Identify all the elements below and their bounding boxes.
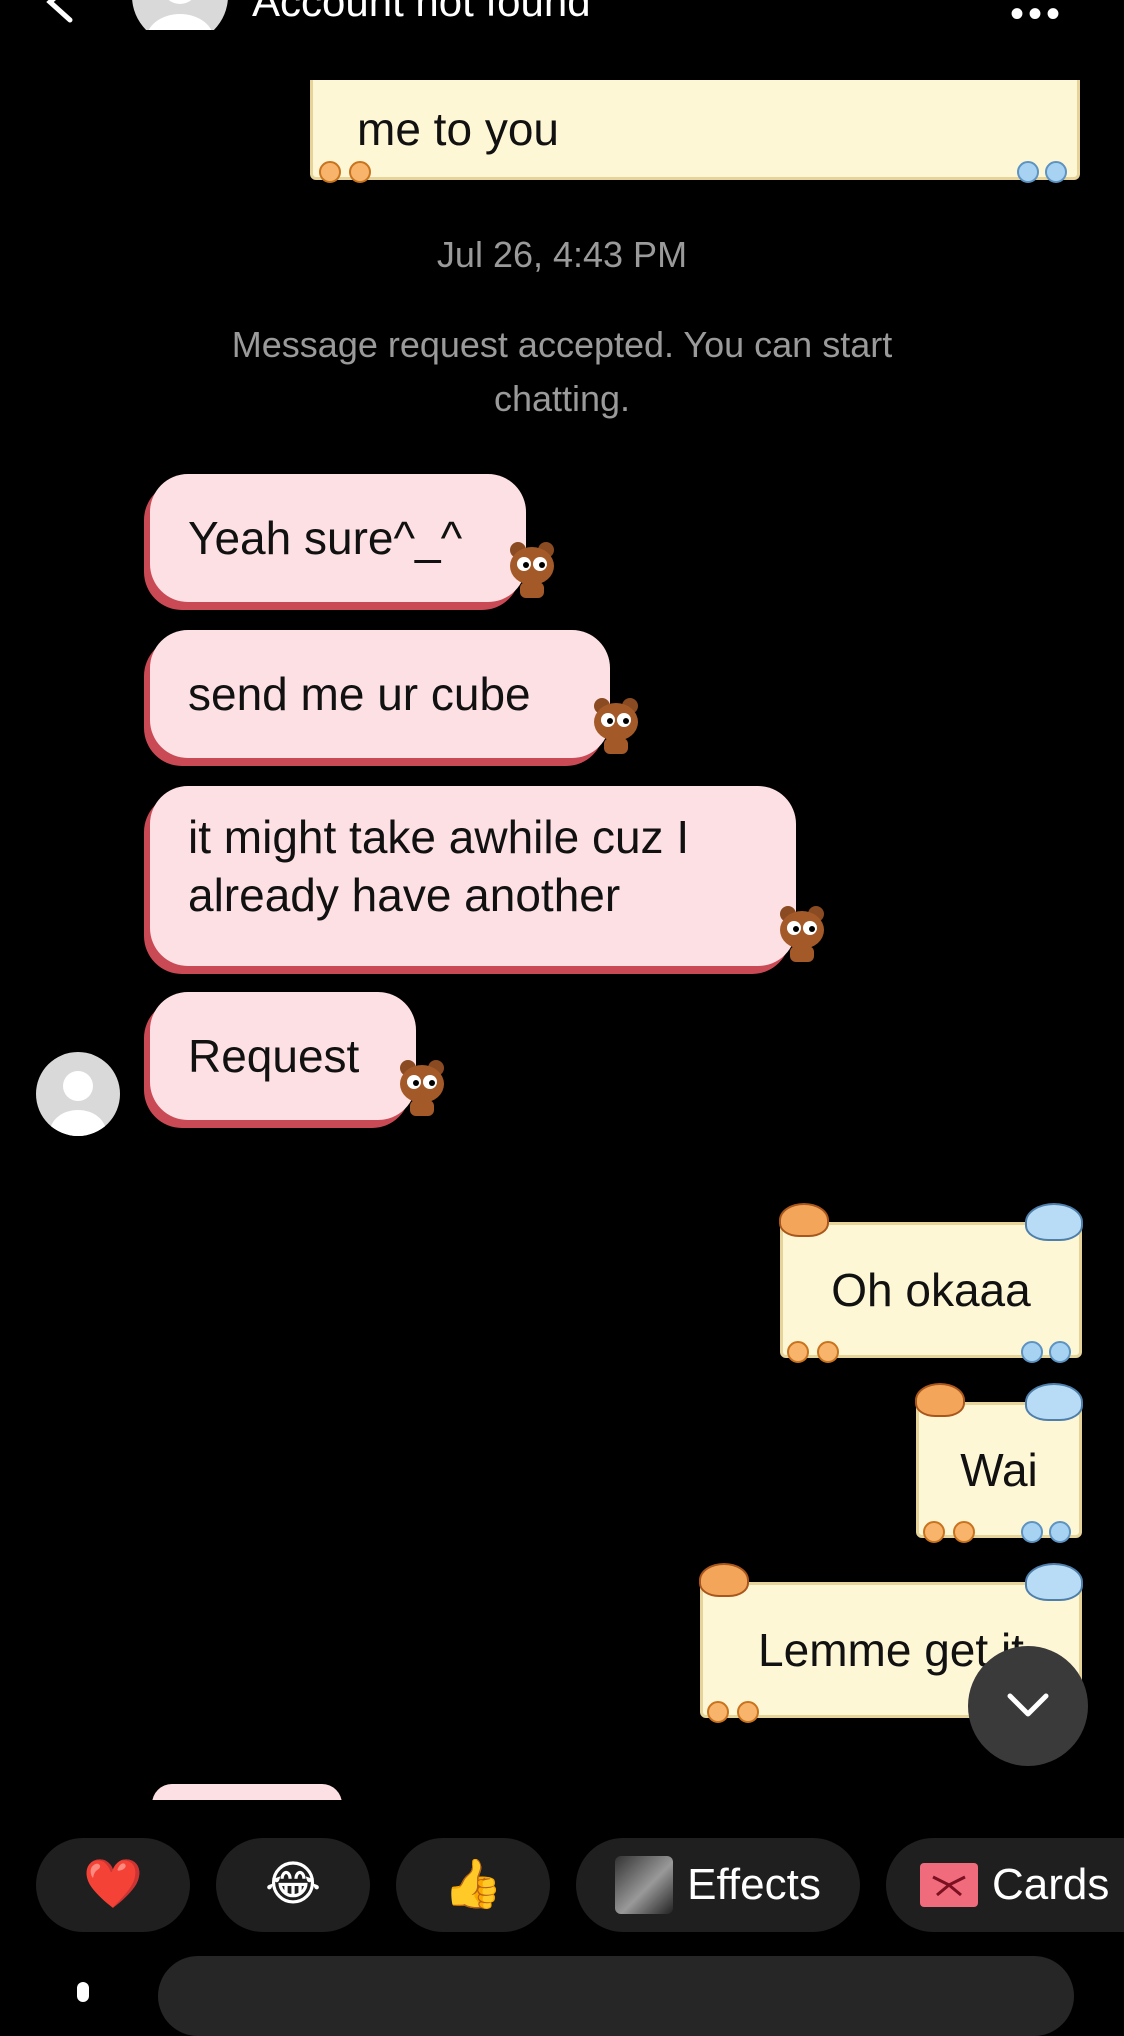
paw-icon [787, 1341, 809, 1363]
header-title[interactable]: Account not found [252, 0, 591, 26]
message-text: Request [188, 1030, 360, 1082]
paw-icon [1017, 161, 1039, 183]
paw-icon [349, 161, 371, 183]
paw-icon [1049, 1341, 1071, 1363]
message-input[interactable] [158, 1956, 1074, 2036]
laughing-emoji-icon: 😂 [264, 1858, 322, 1911]
paw-icon [737, 1701, 759, 1723]
header-avatar[interactable] [132, 0, 228, 30]
paw-icon [953, 1521, 975, 1543]
message-timestamp: Jul 26, 4:43 PM [436, 234, 688, 275]
paw-icon [1045, 161, 1067, 183]
thumbs-up-reaction-button[interactable]: 👍 [396, 1838, 550, 1932]
cards-label: Cards [992, 1860, 1110, 1909]
laugh-reaction-button[interactable]: 😂 [216, 1838, 370, 1932]
message-text: Yeah sure^_^ [188, 512, 463, 564]
heart-reaction-button[interactable]: ❤️ [36, 1838, 190, 1932]
cards-button[interactable]: Cards [886, 1838, 1124, 1932]
scroll-to-bottom-button[interactable] [968, 1646, 1088, 1766]
effects-label: Effects [687, 1860, 821, 1909]
thumbs-up-icon: 👍 [443, 1858, 503, 1911]
bear-sticker-icon [594, 698, 638, 754]
cat-sticker-icon [779, 1203, 829, 1237]
paw-icon [1049, 1521, 1071, 1543]
incoming-message[interactable]: Request [150, 992, 416, 1120]
message-text: Wai [960, 1444, 1038, 1496]
message-text: it might take awhile cuz I already have … [188, 811, 690, 921]
cat-sticker-icon [915, 1383, 965, 1417]
chevron-left-icon[interactable] [40, 0, 84, 24]
dog-sticker-icon [1025, 1563, 1083, 1601]
sender-avatar[interactable] [36, 1052, 120, 1136]
message-text: me to you [357, 102, 559, 155]
microphone-icon[interactable] [68, 1980, 98, 2010]
outgoing-message[interactable]: Wai [915, 1383, 1083, 1543]
paw-icon [707, 1701, 729, 1723]
effects-thumbnail [615, 1856, 674, 1914]
incoming-message[interactable]: send me ur cube [150, 630, 610, 758]
chat-list-bottom-edge [0, 1800, 1124, 1830]
paw-icon [1021, 1341, 1043, 1363]
bear-sticker-icon [400, 1060, 444, 1116]
effects-button[interactable]: Effects [576, 1838, 860, 1932]
dog-sticker-icon [1025, 1383, 1083, 1421]
paw-icon [1021, 1521, 1043, 1543]
paw-icon [319, 161, 341, 183]
dog-sticker-icon [1025, 1203, 1083, 1241]
bear-sticker-icon [780, 906, 824, 962]
message-text: Oh okaaa [831, 1264, 1031, 1316]
bear-sticker-icon [510, 542, 554, 598]
gift-card-icon [920, 1863, 978, 1907]
outgoing-message[interactable]: me to you [310, 80, 1080, 183]
system-notice: Message request accepted. You can start … [231, 324, 893, 419]
outgoing-message[interactable]: Oh okaaa [779, 1203, 1083, 1363]
cat-sticker-icon [699, 1563, 749, 1597]
message-text: send me ur cube [188, 668, 531, 720]
paw-icon [817, 1341, 839, 1363]
paw-icon [923, 1521, 945, 1543]
chevron-down-icon [1007, 1693, 1049, 1717]
chat-header: Account not found ••• [0, 0, 1124, 30]
more-horizontal-icon[interactable]: ••• [1010, 0, 1064, 30]
heart-icon: ❤️ [83, 1858, 143, 1911]
incoming-message[interactable]: it might take awhile cuz I already have … [150, 786, 796, 966]
incoming-message[interactable]: Yeah sure^_^ [150, 474, 526, 602]
